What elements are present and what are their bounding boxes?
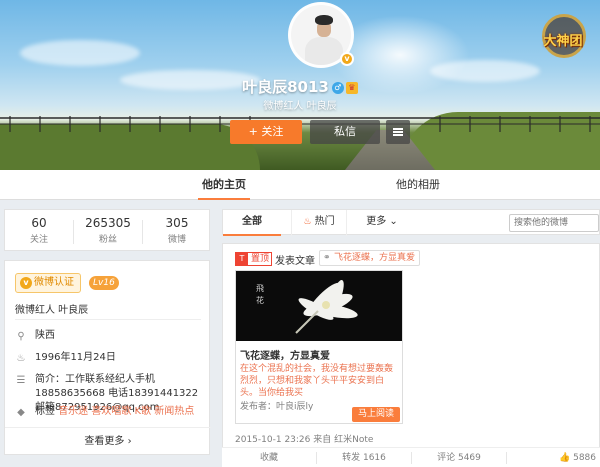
verified-icon: v <box>340 52 354 66</box>
favorite-button[interactable]: 收藏 <box>222 448 316 467</box>
message-button[interactable]: 私信 <box>310 120 380 144</box>
stat-followers[interactable]: 265305 粉丝 <box>74 210 142 245</box>
birthday-text: 1996年11月24日 <box>35 352 116 363</box>
avatar-body <box>305 37 343 65</box>
tags-label: 标签 <box>35 406 55 417</box>
location-text: 陕西 <box>35 330 55 341</box>
fire-icon: ♨ <box>303 217 312 227</box>
thumbs-up-icon: 👍 <box>559 453 571 463</box>
profile-intro: 微博红人 叶良辰 <box>263 101 337 112</box>
tab-album[interactable]: 他的相册 <box>388 170 448 200</box>
divider <box>5 427 211 428</box>
repost-button[interactable]: 转发 1616 <box>317 448 411 467</box>
stat-label: 微博 <box>167 235 186 245</box>
pinned-badge: T 置顶 <box>235 252 273 266</box>
location-row: ⚲ 陕西 <box>15 329 205 343</box>
stat-weibo[interactable]: 305 微博 <box>143 210 211 245</box>
verified-badge[interactable]: v 微博认证 <box>15 273 81 293</box>
profile-title: 微博红人 叶良辰 <box>15 305 89 316</box>
profile-name: 叶良辰8013 <box>242 78 329 96</box>
verified-label: 微博认证 <box>34 277 74 288</box>
search-input[interactable] <box>509 214 599 232</box>
svg-text:花: 花 <box>256 295 264 305</box>
game-logo[interactable]: 大神团 <box>532 14 594 60</box>
game-logo-text: 大神团 <box>543 34 583 49</box>
tags-links[interactable]: 音乐迷 喜欢唱歌 K歌 新闻热点 <box>58 406 194 417</box>
feed-filter-bar: 全部 ♨ 热门 更多 ⌄ <box>222 209 600 236</box>
like-count: 5886 <box>573 453 596 463</box>
read-now-button[interactable]: 马上阅读 <box>352 407 400 422</box>
article-description: 在这个混乱的社会，我没有想过要轰轰烈烈，只想和我家丫头平平安安到白头。当你给我买 <box>240 364 394 398</box>
stat-value: 60 <box>31 216 47 230</box>
like-button[interactable]: 👍 5886 <box>507 448 600 467</box>
post-heading: 发表文章 <box>275 256 315 267</box>
article-card[interactable]: 飛 花 飞花逐蝶，方显真爱 在这个混乱的社会，我没有想过要轰轰烈烈，只想和我家丫… <box>235 270 403 424</box>
feed-tab-all[interactable]: 全部 <box>223 210 281 236</box>
article-title: 飞花逐蝶，方显真爱 <box>240 351 330 362</box>
avatar-hair <box>315 15 333 25</box>
more-menu-button[interactable] <box>386 120 410 144</box>
profile-tab-bar: 他的主页 他的相册 <box>0 170 600 200</box>
cloud <box>20 40 140 66</box>
feed-tab-hot-label: 热门 <box>314 216 335 227</box>
feed-tab-hot[interactable]: ♨ 热门 <box>291 210 347 236</box>
cake-icon: ♨ <box>16 353 26 364</box>
pinned-label: 置顶 <box>251 254 270 264</box>
stat-label: 关注 <box>29 235 48 245</box>
location-pin-icon: ⚲ <box>17 331 25 342</box>
article-link[interactable]: ⚭ 飞花逐蝶，方显真爱 <box>319 250 421 266</box>
pinned-post-card: T 置顶 发表文章 ⚭ 飞花逐蝶，方显真爱 飛 花 飞花逐蝶，方显真爱 在这个混乱的… <box>222 243 600 455</box>
tags-row: ◆ 标签 音乐迷 喜欢唱歌 K歌 新闻热点 <box>15 405 205 419</box>
article-link-text: 飞花逐蝶，方显真爱 <box>334 253 416 263</box>
link-icon: ⚭ <box>323 253 331 263</box>
comment-button[interactable]: 评论 5469 <box>412 448 506 467</box>
tag-icon: ◆ <box>17 407 25 418</box>
article-thumbnail: 飛 花 <box>236 271 402 341</box>
article-publisher: 发布者：叶良i辰ly <box>240 402 314 412</box>
profile-card-icon: ☰ <box>16 375 26 386</box>
level-badge[interactable]: Lv16 <box>89 276 119 290</box>
stat-label: 粉丝 <box>98 235 117 245</box>
feed-tab-more[interactable]: 更多 ⌄ <box>357 210 407 236</box>
stat-following[interactable]: 60 关注 <box>5 210 73 245</box>
stat-value: 265305 <box>85 216 131 230</box>
verified-icon: v <box>20 277 32 289</box>
vip-icon[interactable]: ♛ <box>345 82 358 94</box>
birthday-row: ♨ 1996年11月24日 <box>15 351 205 365</box>
pin-icon: T <box>236 253 248 265</box>
post-action-bar: 收藏 转发 1616 评论 5469 👍 5886 <box>222 447 600 467</box>
flower-image: 飛 花 <box>236 271 402 341</box>
stat-value: 305 <box>165 216 189 230</box>
tab-home[interactable]: 他的主页 <box>198 170 250 200</box>
divider <box>15 319 201 320</box>
svg-text:飛: 飛 <box>256 284 264 293</box>
menu-icon <box>393 128 403 136</box>
profile-name-row: 叶良辰8013 ♂ ♛ <box>0 76 600 97</box>
male-icon: ♂ <box>331 82 344 94</box>
stats-card: 60 关注 265305 粉丝 305 微博 <box>4 209 210 251</box>
profile-info-card: v 微博认证 Lv16 微博红人 叶良辰 ⚲ 陕西 ♨ 1996年11月24日 … <box>4 260 211 455</box>
follow-button[interactable]: + 关注 <box>230 120 302 144</box>
view-more-link[interactable]: 查看更多 › <box>5 432 211 447</box>
post-meta[interactable]: 2015-10-1 23:26 来自 红米Note <box>235 432 373 445</box>
